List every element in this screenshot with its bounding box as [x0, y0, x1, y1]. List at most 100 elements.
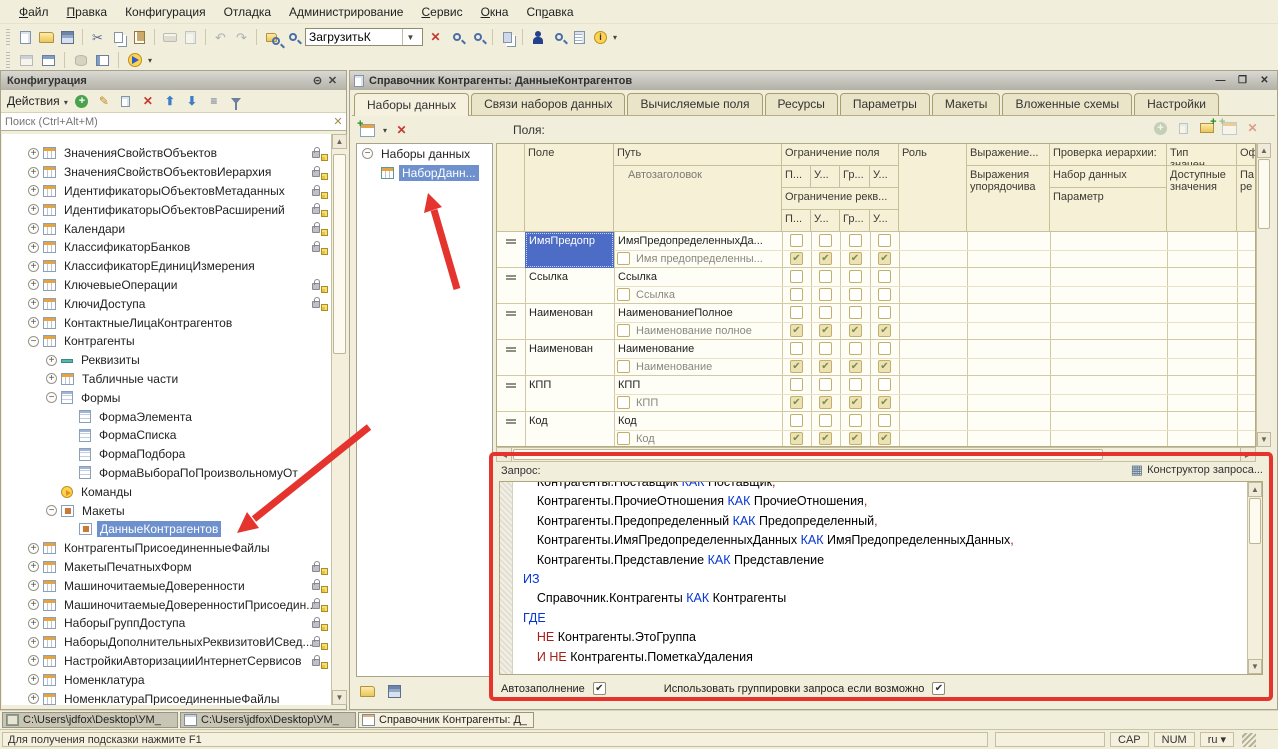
tree-item[interactable]: +НаборыДополнительныхРеквизитовИСвед... — [2, 633, 331, 652]
restriction-checkbox[interactable] — [790, 270, 803, 283]
field-name-cell[interactable]: ИмяПредопр — [525, 232, 614, 268]
tab-8[interactable]: Настройки — [1134, 93, 1219, 115]
field-path-cell[interactable]: НаименованиеПолное — [618, 307, 778, 319]
add-field-icon[interactable]: + — [1152, 120, 1169, 136]
expander-icon[interactable]: + — [28, 655, 39, 666]
attr-restriction-checkbox[interactable] — [819, 360, 832, 373]
restriction-checkbox[interactable] — [878, 378, 891, 391]
scroll-right-icon[interactable]: ▶ — [1240, 448, 1255, 461]
attr-restriction-checkbox[interactable] — [790, 252, 803, 265]
save-to-file-icon[interactable] — [385, 683, 404, 700]
find-icon[interactable] — [262, 29, 281, 46]
new-window-icon[interactable] — [498, 29, 517, 46]
sort-icon[interactable]: ≡ — [206, 94, 222, 109]
scroll-thumb[interactable] — [513, 449, 1103, 460]
search-input[interactable] — [306, 30, 402, 44]
window-title-bar[interactable]: Справочник Контрагенты: ДанныеКонтрагент… — [350, 71, 1277, 90]
tab-1[interactable]: Наборы данных — [354, 93, 469, 116]
scroll-thumb[interactable] — [1258, 159, 1270, 229]
expander-icon[interactable]: + — [28, 223, 39, 234]
paste-icon[interactable] — [130, 29, 149, 46]
tree-item[interactable]: −Формы — [2, 388, 331, 407]
dataset-item[interactable]: НаборДанн... — [357, 163, 492, 182]
new-document-icon[interactable] — [16, 29, 35, 46]
attr-restriction-checkbox[interactable] — [849, 252, 862, 265]
expander-icon[interactable]: + — [28, 185, 39, 196]
restriction-checkbox[interactable] — [790, 306, 803, 319]
attr-restriction-checkbox[interactable] — [849, 288, 862, 301]
expander-icon[interactable]: − — [362, 148, 373, 159]
grouping-checkbox[interactable] — [932, 682, 945, 695]
delete-icon[interactable]: ✕ — [140, 94, 156, 109]
header-path[interactable]: Путь — [614, 144, 782, 166]
header-role[interactable]: Роль — [899, 144, 967, 232]
attr-restriction-checkbox[interactable] — [819, 324, 832, 337]
toolbar-grip[interactable] — [6, 29, 10, 45]
add-folder-icon[interactable] — [1198, 120, 1215, 136]
find-previous-icon[interactable] — [468, 29, 487, 46]
auto-title-cell[interactable]: КПП — [636, 397, 778, 409]
table-form-icon[interactable] — [93, 52, 112, 69]
attr-restriction-checkbox[interactable] — [819, 432, 832, 445]
auto-title-cell[interactable]: Ссылка — [636, 289, 778, 301]
configuration-window-icon[interactable] — [17, 52, 36, 69]
minimize-icon[interactable]: — — [1212, 73, 1229, 88]
print-icon[interactable] — [160, 29, 179, 46]
tree-item[interactable]: +КлючиДоступа — [2, 294, 331, 313]
header-expression[interactable]: Выражение... — [967, 144, 1050, 166]
attr-restriction-checkbox[interactable] — [790, 396, 803, 409]
scroll-thumb[interactable] — [333, 154, 346, 354]
scroll-left-icon[interactable]: ◀ — [497, 448, 512, 461]
expander-icon[interactable]: + — [46, 373, 57, 384]
attr-restriction-checkbox[interactable] — [790, 288, 803, 301]
info-icon[interactable]: i — [591, 29, 610, 46]
tree-item[interactable]: +НоменклатураПрисоединенныеФайлы — [2, 689, 331, 705]
restriction-checkbox[interactable] — [819, 342, 832, 355]
expander-icon[interactable]: + — [28, 580, 39, 591]
header-restr-col[interactable]: У... — [811, 166, 840, 188]
tree-scrollbar[interactable]: ▲ ▼ — [331, 134, 347, 705]
row-handle-icon[interactable] — [506, 383, 516, 388]
attr-restriction-checkbox[interactable] — [819, 252, 832, 265]
field-row[interactable]: ИмяПредопрИмяПредопределенныхДа...Имя пр… — [497, 232, 1256, 268]
row-handle-icon[interactable] — [506, 419, 516, 424]
menu-Справка[interactable]: Справка — [517, 2, 582, 22]
menu-Файл[interactable]: Файл — [10, 2, 58, 22]
scroll-thumb[interactable] — [1249, 498, 1261, 544]
auto-title-checkbox[interactable] — [617, 324, 630, 337]
open-icon[interactable] — [37, 29, 56, 46]
scroll-down-icon[interactable]: ▼ — [1257, 432, 1271, 447]
expander-icon[interactable]: + — [28, 561, 39, 572]
tree-item[interactable]: +КлючевыеОперации — [2, 276, 331, 295]
tree-item[interactable]: +МакетыПечатныхФорм — [2, 558, 331, 577]
restore-icon[interactable]: ❐ — [1234, 73, 1251, 88]
expander-icon[interactable]: − — [46, 505, 57, 516]
database-icon[interactable] — [71, 52, 90, 69]
save-icon[interactable] — [58, 29, 77, 46]
attr-restriction-checkbox[interactable] — [790, 360, 803, 373]
close-icon[interactable]: ✕ — [1256, 73, 1273, 88]
scroll-up-icon[interactable]: ▲ — [1257, 143, 1271, 158]
header-expression-sub[interactable]: Выражения упорядочива — [967, 166, 1050, 232]
header-hierarchy-param[interactable]: Параметр — [1050, 188, 1167, 232]
expander-icon[interactable]: + — [28, 261, 39, 272]
tree-item[interactable]: +ДанныеКонтрагентов — [2, 520, 331, 539]
configuration-panel-header[interactable]: Конфигурация ⊝ ✕ — [1, 71, 346, 90]
fields-table-hscrollbar[interactable]: ◀ ▶ — [496, 447, 1256, 462]
row-handle-icon[interactable] — [506, 311, 516, 316]
header-restr-col[interactable]: П... — [782, 210, 811, 232]
tree-item[interactable]: +ЗначенияСвойствОбъектовИерархия — [2, 163, 331, 182]
row-handle-icon[interactable] — [506, 275, 516, 280]
add-dataset-menu-icon[interactable]: ▾ — [383, 126, 387, 135]
taskbar-tab[interactable]: C:\Users\jdfox\Desktop\УМ_ — [180, 712, 356, 728]
attr-restriction-checkbox[interactable] — [878, 288, 891, 301]
cut-icon[interactable]: ✂ — [88, 29, 107, 46]
fields-table-scrollbar[interactable]: ▲ ▼ — [1256, 143, 1271, 447]
attr-restriction-checkbox[interactable] — [878, 432, 891, 445]
attr-restriction-checkbox[interactable] — [849, 360, 862, 373]
restriction-checkbox[interactable] — [819, 378, 832, 391]
attr-restriction-checkbox[interactable] — [790, 324, 803, 337]
query-text[interactable]: Контрагенты.Поставщик КАК Поставщик, Кон… — [514, 481, 1247, 674]
tree-item[interactable]: +Календари — [2, 219, 331, 238]
clear-search-icon[interactable]: ✕ — [426, 29, 445, 46]
